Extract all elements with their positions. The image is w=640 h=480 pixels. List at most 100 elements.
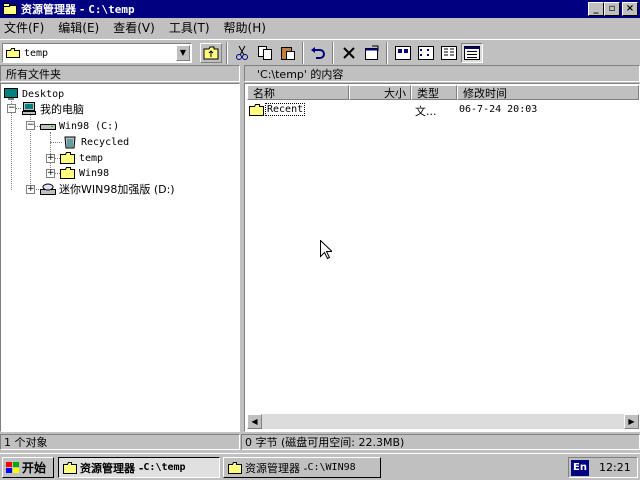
address-value: temp xyxy=(24,47,49,59)
tree-label: Win98 xyxy=(79,167,110,179)
tree-collapse-toggle[interactable]: − xyxy=(7,104,16,113)
folder-icon xyxy=(249,104,264,116)
cut-button[interactable] xyxy=(231,43,253,63)
system-tray: En 12:21 xyxy=(568,457,638,478)
clock[interactable]: 12:21 xyxy=(599,461,631,474)
cd-drive-icon xyxy=(40,183,56,195)
up-folder-icon xyxy=(203,46,219,60)
task-label: 资源管理器 - xyxy=(80,461,144,475)
list-view-icon xyxy=(441,46,457,60)
close-button[interactable]: × xyxy=(622,2,638,16)
start-button[interactable]: 开始 xyxy=(2,457,54,478)
file-name: Recent xyxy=(264,103,306,116)
window-title: 资源管理器 - C:\temp xyxy=(21,3,135,16)
properties-button[interactable] xyxy=(361,43,383,63)
recycle-bin-icon xyxy=(64,136,76,149)
open-folder-icon xyxy=(60,152,75,164)
properties-icon xyxy=(365,45,379,60)
file-type: 文... xyxy=(415,105,437,118)
all-folders-label: 所有文件夹 xyxy=(6,67,61,81)
mouse-cursor-icon xyxy=(320,240,332,259)
task-path: C:\WIN98 xyxy=(307,462,356,473)
tree-item-win98[interactable]: Win98 xyxy=(60,166,109,180)
scroll-right-button[interactable]: ▶ xyxy=(624,414,639,429)
undo-button[interactable] xyxy=(307,43,329,63)
folder-icon xyxy=(60,167,75,179)
hard-drive-icon xyxy=(40,124,56,130)
horizontal-scrollbar[interactable]: ◀ ▶ xyxy=(247,414,639,429)
all-folders-header: 所有文件夹 xyxy=(0,65,240,82)
contents-label: 'C:\temp' 的内容 xyxy=(257,67,344,81)
task-label: 资源管理器 - xyxy=(245,461,308,475)
task-path: C:\temp xyxy=(143,462,186,473)
tree-item-desktop[interactable]: Desktop xyxy=(3,87,64,101)
file-list[interactable]: 名称 大小 类型 修改时间 Recent 文... 06-7-24 20:03 … xyxy=(244,83,640,432)
column-modified[interactable]: 修改时间 xyxy=(457,85,639,100)
list-item[interactable]: Recent 文... 06-7-24 20:03 xyxy=(245,102,635,118)
delete-icon xyxy=(343,47,355,59)
computer-icon xyxy=(22,102,36,115)
large-icons-view-icon xyxy=(395,46,411,60)
details-view-icon xyxy=(464,46,480,60)
undo-icon xyxy=(311,47,325,59)
paste-icon xyxy=(281,47,295,60)
small-icons-view-button[interactable] xyxy=(415,43,437,63)
tree-item-recycled[interactable]: Recycled xyxy=(62,135,129,149)
large-icons-view-button[interactable] xyxy=(392,43,414,63)
explorer-icon xyxy=(228,461,242,474)
tree-collapse-toggle[interactable]: − xyxy=(26,121,35,130)
menu-file[interactable]: 文件(F) xyxy=(4,19,44,36)
toolbar: temp ▼ xyxy=(0,39,640,65)
column-type[interactable]: 类型 xyxy=(411,85,457,100)
details-view-button[interactable] xyxy=(461,43,483,63)
delete-button[interactable] xyxy=(338,43,360,63)
tree-label: 我的电脑 xyxy=(40,103,84,116)
start-label: 开始 xyxy=(22,461,47,475)
status-disk-info: 0 字节 (磁盘可用空间: 22.3MB) xyxy=(241,434,640,450)
contents-header: 'C:\temp' 的内容 xyxy=(244,65,640,82)
desktop-icon xyxy=(4,88,18,100)
copy-icon xyxy=(258,46,272,60)
tree-label: 迷你WIN98加强版 (D:) xyxy=(59,183,175,196)
restore-button[interactable]: ▫ xyxy=(604,2,620,16)
taskbar: 开始 资源管理器 - C:\temp 资源管理器 - C:\WIN98 En 1… xyxy=(0,453,640,480)
status-object-count: 1 个对象 xyxy=(0,434,240,450)
tree-label: Recycled xyxy=(81,136,130,148)
menu-tools[interactable]: 工具(T) xyxy=(169,19,210,36)
tree-item-drive-d[interactable]: 迷你WIN98加强版 (D:) xyxy=(40,182,175,196)
menu-help[interactable]: 帮助(H) xyxy=(224,19,266,36)
folder-tree[interactable]: Desktop − 我的电脑 − Win98 (C:) Recycled + t… xyxy=(0,83,240,432)
minimize-button[interactable]: _ xyxy=(588,2,604,16)
status-bar: 1 个对象 0 字节 (磁盘可用空间: 22.3MB) xyxy=(0,433,640,451)
explorer-app-icon[interactable] xyxy=(3,3,17,15)
menu-bar: 文件(F) 编辑(E) 查看(V) 工具(T) 帮助(H) xyxy=(0,18,640,37)
file-modified: 06-7-24 20:03 xyxy=(459,104,538,115)
copy-button[interactable] xyxy=(254,43,276,63)
tree-expand-toggle[interactable]: + xyxy=(46,169,55,178)
scroll-left-button[interactable]: ◀ xyxy=(247,414,262,429)
explorer-icon xyxy=(63,461,77,474)
windows-logo-icon xyxy=(6,461,19,473)
column-name[interactable]: 名称 xyxy=(247,85,349,100)
tree-label: Win98 (C:) xyxy=(59,120,120,132)
list-view-button[interactable] xyxy=(438,43,460,63)
menu-edit[interactable]: 编辑(E) xyxy=(58,19,99,36)
address-dropdown-button[interactable]: ▼ xyxy=(176,45,190,61)
task-explorer-win98[interactable]: 资源管理器 - C:\WIN98 xyxy=(223,457,381,478)
small-icons-view-icon xyxy=(418,46,434,60)
tree-expand-toggle[interactable]: + xyxy=(26,185,35,194)
tree-expand-toggle[interactable]: + xyxy=(46,154,55,163)
paste-button[interactable] xyxy=(277,43,299,63)
menu-view[interactable]: 查看(V) xyxy=(113,19,155,36)
tree-item-temp[interactable]: temp xyxy=(60,151,103,165)
tree-item-my-computer[interactable]: 我的电脑 xyxy=(21,102,84,116)
task-explorer-temp[interactable]: 资源管理器 - C:\temp xyxy=(58,457,220,478)
up-folder-button[interactable] xyxy=(200,43,222,63)
tree-item-drive-c[interactable]: Win98 (C:) xyxy=(40,119,119,133)
address-combo[interactable]: temp ▼ xyxy=(2,43,192,63)
input-method-indicator[interactable]: En xyxy=(571,459,589,476)
tree-label: temp xyxy=(79,152,104,164)
title-bar[interactable]: 资源管理器 - C:\temp _ ▫ × xyxy=(0,0,640,18)
cut-icon xyxy=(236,45,248,60)
column-size[interactable]: 大小 xyxy=(349,85,411,100)
